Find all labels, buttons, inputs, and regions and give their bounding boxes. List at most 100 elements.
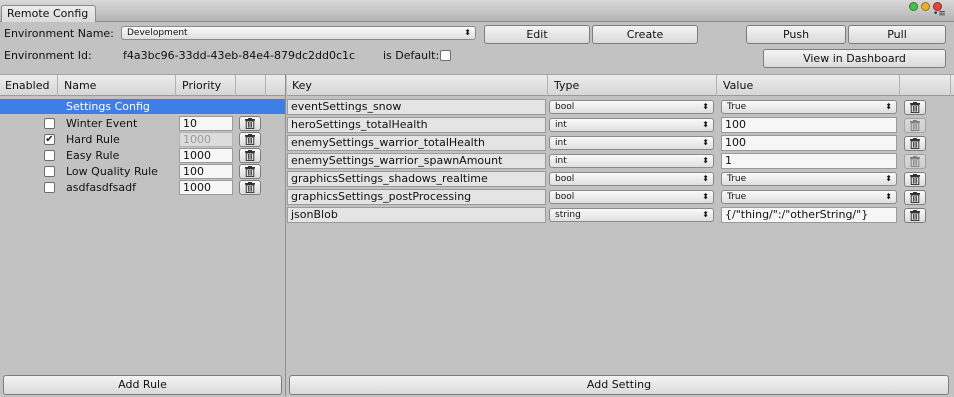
- context-menu-icon[interactable]: •≡: [933, 10, 947, 20]
- environment-name-dropdown[interactable]: Development ⬍: [121, 26, 476, 40]
- trash-icon: [240, 118, 260, 129]
- setting-type-value: string: [555, 210, 581, 220]
- trash-icon: [905, 138, 925, 149]
- is-default-checkbox[interactable]: [440, 50, 451, 61]
- delete-setting-button: [904, 154, 926, 169]
- setting-value-dropdown[interactable]: True ⬍: [721, 100, 897, 114]
- rule-name[interactable]: Low Quality Rule: [66, 164, 158, 179]
- delete-setting-button[interactable]: [904, 100, 926, 115]
- add-rule-button[interactable]: Add Rule: [3, 375, 282, 395]
- setting-type-dropdown[interactable]: bool ⬍: [549, 100, 714, 114]
- dropdown-arrow-icon: ⬍: [702, 192, 709, 201]
- setting-type-value: int: [555, 138, 567, 148]
- rule-priority-input: 1000: [179, 132, 233, 147]
- rule-priority-input[interactable]: 1000: [179, 180, 233, 195]
- value-column-header[interactable]: Value: [718, 75, 900, 96]
- setting-key-input[interactable]: graphicsSettings_shadows_realtime: [287, 171, 546, 187]
- dropdown-arrow-icon: ⬍: [885, 102, 892, 111]
- rule-priority-input[interactable]: 1000: [179, 148, 233, 163]
- setting-type-value: bool: [555, 192, 575, 202]
- setting-value-input[interactable]: 1: [721, 153, 897, 169]
- priority-column-header[interactable]: Priority: [177, 75, 236, 96]
- setting-type-value: bool: [555, 102, 575, 112]
- setting-value-dropdown[interactable]: True ⬍: [721, 190, 897, 204]
- setting-row: graphicsSettings_postProcessing bool ⬍ True…: [287, 189, 954, 206]
- setting-type-value: int: [555, 156, 567, 166]
- add-setting-button[interactable]: Add Setting: [289, 375, 949, 395]
- rule-enabled-checkbox[interactable]: [44, 166, 55, 177]
- delete-rule-button[interactable]: [239, 164, 261, 179]
- setting-key-input[interactable]: enemySettings_warrior_totalHealth: [287, 135, 546, 151]
- rule-enabled-checkbox[interactable]: [44, 182, 55, 193]
- rule-name[interactable]: Winter Event: [66, 116, 137, 131]
- dropdown-arrow-icon: ⬍: [885, 174, 892, 183]
- setting-type-dropdown[interactable]: int ⬍: [549, 118, 714, 132]
- dropdown-arrow-icon: ⬍: [702, 102, 709, 111]
- push-button[interactable]: Push: [746, 25, 846, 44]
- delete-setting-button[interactable]: [904, 208, 926, 223]
- delete-rule-button[interactable]: [239, 132, 261, 147]
- setting-type-dropdown[interactable]: string ⬍: [549, 208, 714, 222]
- trash-icon: [240, 134, 260, 145]
- setting-value-input[interactable]: 100: [721, 135, 897, 151]
- delete-setting-button: [904, 118, 926, 133]
- setting-key-input[interactable]: jsonBlob: [287, 207, 546, 223]
- rule-priority-input[interactable]: 100: [179, 164, 233, 179]
- rule-enabled-checkbox[interactable]: [44, 118, 55, 129]
- delete-setting-button[interactable]: [904, 172, 926, 187]
- dropdown-arrow-icon: ⬍: [702, 120, 709, 129]
- view-in-dashboard-button[interactable]: View in Dashboard: [763, 49, 946, 68]
- setting-key-input[interactable]: enemySettings_warrior_spawnAmount: [287, 153, 546, 169]
- setting-key-input[interactable]: heroSettings_totalHealth: [287, 117, 546, 133]
- window-tab[interactable]: Remote Config: [1, 5, 96, 22]
- rule-name[interactable]: asdfasdfsadf: [66, 180, 136, 195]
- delete-rule-button[interactable]: [239, 180, 261, 195]
- window-tab-title: Remote Config: [7, 7, 89, 20]
- enabled-column-header[interactable]: Enabled: [0, 75, 58, 96]
- minimize-window-icon[interactable]: [921, 2, 930, 11]
- setting-key-input[interactable]: graphicsSettings_postProcessing: [287, 189, 546, 205]
- zoom-window-icon[interactable]: [909, 2, 918, 11]
- dropdown-arrow-icon: ⬍: [702, 156, 709, 165]
- setting-type-dropdown[interactable]: int ⬍: [549, 154, 714, 168]
- setting-row: enemySettings_warrior_totalHealth int ⬍ 100: [287, 135, 954, 152]
- rule-row: ✔ Hard Rule 1000: [0, 132, 285, 148]
- settings-config-row[interactable]: Settings Config: [0, 99, 285, 114]
- delete-setting-button[interactable]: [904, 190, 926, 205]
- rule-name[interactable]: Hard Rule: [66, 132, 120, 147]
- rule-priority-input[interactable]: 10: [179, 116, 233, 131]
- setting-type-dropdown[interactable]: bool ⬍: [549, 172, 714, 186]
- delete-rule-button[interactable]: [239, 116, 261, 131]
- environment-id-label: Environment Id:: [4, 49, 92, 62]
- setting-value-input[interactable]: {/"thing/":/"otherString/"}: [721, 207, 897, 223]
- delete-rule-button[interactable]: [239, 148, 261, 163]
- setting-type-value: int: [555, 120, 567, 130]
- name-column-header[interactable]: Name: [59, 75, 176, 96]
- create-button[interactable]: Create: [592, 25, 698, 44]
- pull-button[interactable]: Pull: [848, 25, 946, 44]
- setting-key-input[interactable]: eventSettings_snow: [287, 99, 546, 115]
- setting-value: True: [727, 192, 747, 202]
- setting-value: True: [727, 174, 747, 184]
- setting-row: eventSettings_snow bool ⬍ True ⬍: [287, 99, 954, 116]
- trash-icon: [240, 166, 260, 177]
- setting-type-dropdown[interactable]: int ⬍: [549, 136, 714, 150]
- edit-button[interactable]: Edit: [484, 25, 590, 44]
- setting-row: graphicsSettings_shadows_realtime bool ⬍ Tr…: [287, 171, 954, 188]
- trash-icon: [905, 210, 925, 221]
- setting-type-dropdown[interactable]: bool ⬍: [549, 190, 714, 204]
- setting-value-dropdown[interactable]: True ⬍: [721, 172, 897, 186]
- setting-value: True: [727, 102, 747, 112]
- settings-actions-column-header: [901, 75, 951, 96]
- setting-value-input[interactable]: 100: [721, 117, 897, 133]
- settings-header: Key Type Value: [287, 74, 954, 96]
- rule-enabled-checkbox[interactable]: ✔: [44, 134, 55, 145]
- key-column-header[interactable]: Key: [287, 75, 548, 96]
- rule-name[interactable]: Easy Rule: [66, 148, 119, 163]
- dropdown-arrow-icon: ⬍: [885, 192, 892, 201]
- rule-row: Winter Event 10: [0, 116, 285, 132]
- title-bar: [0, 0, 954, 22]
- type-column-header[interactable]: Type: [549, 75, 717, 96]
- rule-enabled-checkbox[interactable]: [44, 150, 55, 161]
- delete-setting-button[interactable]: [904, 136, 926, 151]
